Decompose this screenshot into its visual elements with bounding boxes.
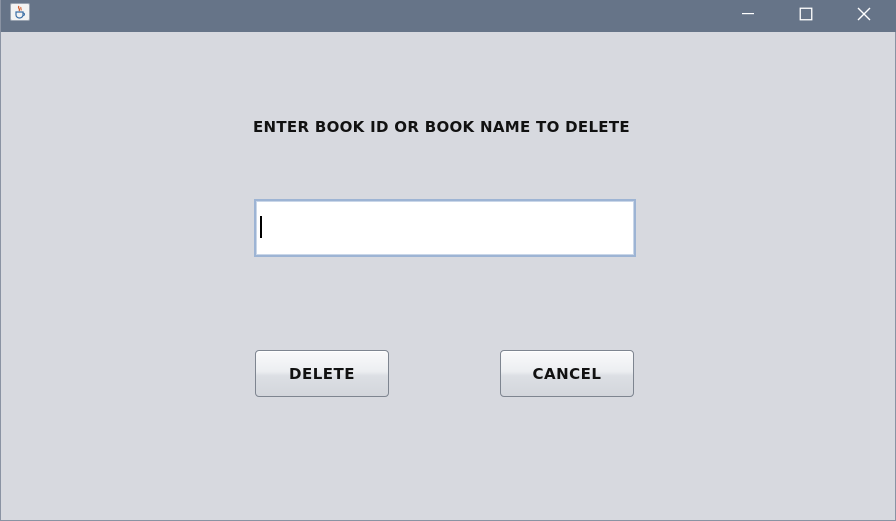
app-window: ENTER BOOK ID OR BOOK NAME TO DELETE DEL…	[0, 0, 896, 521]
minimize-icon	[742, 13, 754, 15]
text-caret	[260, 216, 262, 238]
close-icon	[857, 7, 871, 21]
cancel-button[interactable]: CANCEL	[500, 350, 634, 397]
maximize-button[interactable]	[783, 0, 829, 28]
title-bar[interactable]	[1, 0, 896, 32]
java-coffee-icon[interactable]	[10, 3, 30, 21]
close-button[interactable]	[841, 0, 887, 28]
book-id-or-name-input[interactable]	[254, 199, 636, 257]
maximize-icon	[799, 7, 813, 21]
delete-button[interactable]: DELETE	[255, 350, 389, 397]
minimize-button[interactable]	[725, 0, 771, 28]
delete-prompt-label: ENTER BOOK ID OR BOOK NAME TO DELETE	[253, 118, 630, 136]
